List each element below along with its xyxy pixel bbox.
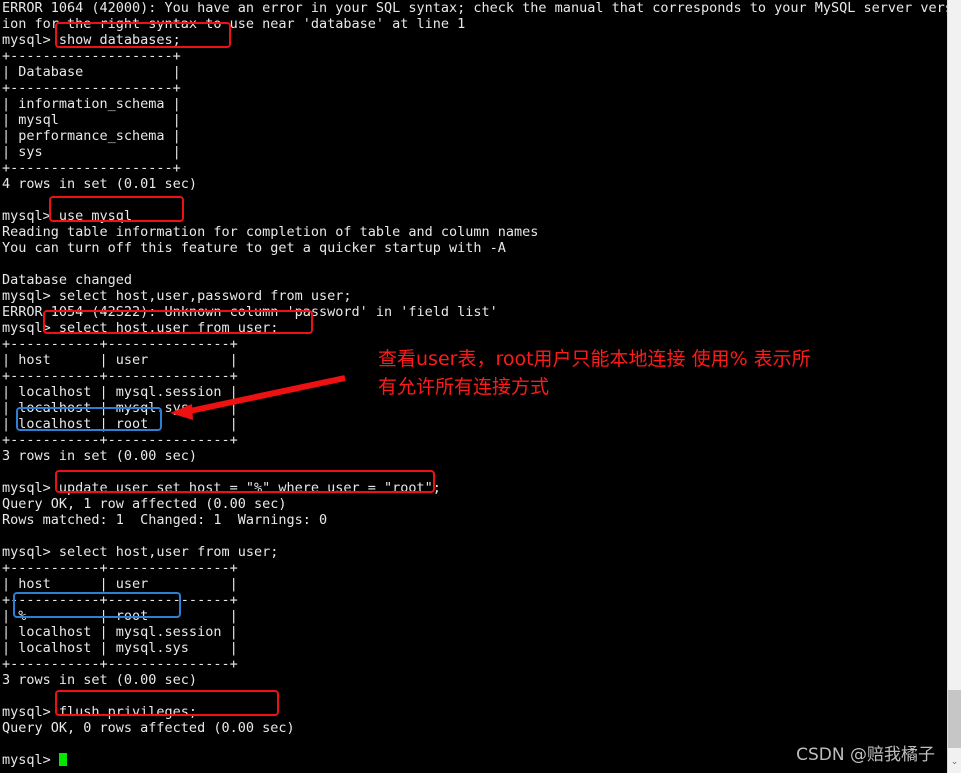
terminal-line: | localhost | root | [2, 416, 238, 432]
terminal-line: Rows matched: 1 Changed: 1 Warnings: 0 [2, 512, 328, 528]
vertical-scrollbar[interactable]: ⌄ [947, 0, 961, 773]
terminal-line: Reading table information for completion… [2, 224, 539, 240]
terminal-line: +-----------+---------------+ [2, 560, 238, 576]
terminal-line: | host | user | [2, 576, 238, 592]
terminal-line: mysql> select host,user from user; [2, 544, 279, 560]
terminal-line: | performance_schema | [2, 128, 181, 144]
terminal-line: mysql> update user set host = "%" where … [2, 480, 441, 496]
chevron-down-icon[interactable]: ⌄ [948, 751, 961, 773]
terminal-line: Database changed [2, 272, 133, 288]
annotation-arrow-icon [170, 375, 346, 420]
terminal-cursor [58, 753, 67, 766]
terminal-line: 3 rows in set (0.00 sec) [2, 448, 198, 464]
terminal-line: | mysql | [2, 112, 181, 128]
terminal-line: | % | root | [2, 608, 238, 624]
terminal-line: 4 rows in set (0.01 sec) [2, 176, 198, 192]
terminal-line: mysql> show databases; [2, 32, 181, 48]
terminal-line: | localhost | mysql.session | [2, 624, 238, 640]
terminal-line: +--------------------+ [2, 48, 181, 64]
terminal-screenshot: ERROR 1064 (42000): You have an error in… [0, 0, 961, 773]
terminal-line: mysql> use mysql [2, 208, 133, 224]
terminal-line: mysql> select host,user,password from us… [2, 288, 352, 304]
terminal-line: | Database | [2, 64, 181, 80]
terminal-line: | localhost | mysql.sys | [2, 400, 238, 416]
terminal-line: You can turn off this feature to get a q… [2, 240, 506, 256]
terminal-line: 3 rows in set (0.00 sec) [2, 672, 198, 688]
watermark: CSDN @赔我橘子 [796, 745, 935, 765]
terminal-line: Query OK, 0 rows affected (0.00 sec) [2, 720, 295, 736]
terminal-line: mysql> flush privileges; [2, 704, 198, 720]
terminal-line: | information_schema | [2, 96, 181, 112]
terminal-line: +--------------------+ [2, 160, 181, 176]
terminal-line: ion for the right syntax to use near 'da… [2, 16, 466, 32]
terminal-line: +--------------------+ [2, 80, 181, 96]
terminal-line: Query OK, 1 row affected (0.00 sec) [2, 496, 287, 512]
terminal-line: +-----------+---------------+ [2, 592, 238, 608]
terminal-line: | localhost | mysql.sys | [2, 640, 238, 656]
annotation-text: 查看user表，root用户只能本地连接 使用% 表示所 有允许所有连接方式 [378, 348, 811, 398]
terminal-line: +-----------+---------------+ [2, 432, 238, 448]
terminal-line: ERROR 1054 (42S22): Unknown column 'pass… [2, 304, 498, 320]
terminal-line: | sys | [2, 144, 181, 160]
scrollbar-thumb[interactable] [948, 690, 961, 748]
terminal-line: mysql> select host,user from user; [2, 320, 279, 336]
terminal-line: ERROR 1064 (42000): You have an error in… [2, 0, 953, 16]
terminal-line: +-----------+---------------+ [2, 656, 238, 672]
